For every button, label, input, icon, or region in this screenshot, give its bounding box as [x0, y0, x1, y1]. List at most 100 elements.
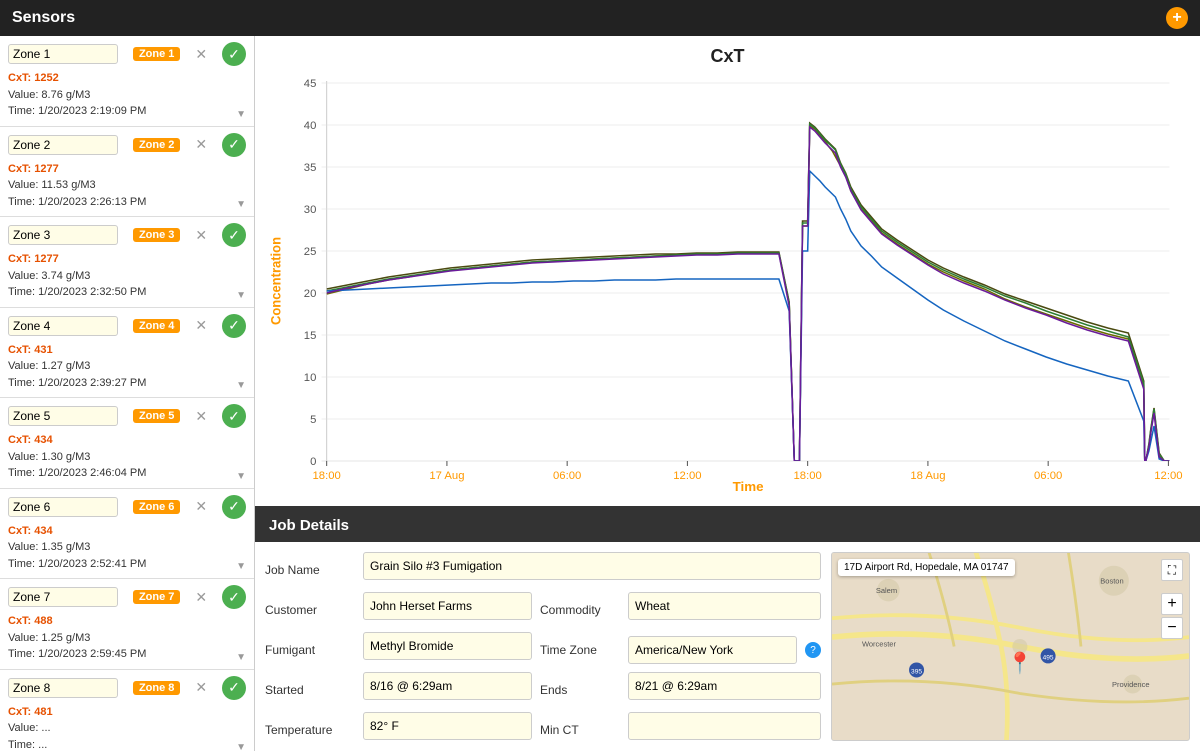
chart-container: Concentration 0 5 10 15 20 25 — [265, 71, 1190, 491]
sensor-value-5: Value: 1.30 g/M3 — [8, 449, 246, 466]
svg-text:40: 40 — [304, 120, 317, 132]
sensor-value-2: Value: 11.53 g/M3 — [8, 177, 246, 194]
sensor-name-input-8[interactable] — [8, 678, 118, 698]
temperature-label: Temperature — [265, 712, 355, 748]
sensor-info-6: CxT: 434 Value: 1.35 g/M3 Time: 1/20/202… — [8, 523, 246, 573]
svg-text:15: 15 — [304, 330, 317, 342]
sensor-time-5: Time: 1/20/2023 2:46:04 PM — [8, 465, 246, 482]
sensor-value-4: Value: 1.27 g/M3 — [8, 358, 246, 375]
timezone-help-icon[interactable]: ? — [805, 642, 821, 658]
chart-area: CxT Concentration 0 — [255, 36, 1200, 506]
svg-text:10: 10 — [304, 372, 317, 384]
svg-text:📍: 📍 — [1007, 651, 1033, 675]
sensor-expand-5[interactable]: ▼ — [236, 471, 246, 482]
sensor-close-button-1[interactable]: ✕ — [195, 46, 207, 63]
sensor-card-5: Zone 5 ✕ ✓ CxT: 434 Value: 1.30 g/M3 Tim… — [0, 398, 254, 489]
sensor-name-input-4[interactable] — [8, 316, 118, 336]
svg-text:Salem: Salem — [876, 586, 897, 595]
svg-text:18:00: 18:00 — [313, 470, 341, 482]
sensor-close-button-2[interactable]: ✕ — [195, 136, 207, 153]
sensor-info-1: CxT: 1252 Value: 8.76 g/M3 Time: 1/20/20… — [8, 70, 246, 120]
ends-input[interactable] — [628, 672, 821, 700]
sensor-cxt-4: CxT: 431 — [8, 342, 246, 359]
job-name-input[interactable] — [363, 552, 821, 580]
sensor-badge-7: Zone 7 — [133, 590, 180, 604]
app-title: Sensors — [12, 9, 75, 27]
sensor-card-8: Zone 8 ✕ ✓ CxT: 481 Value: ... Time: ...… — [0, 670, 254, 751]
commodity-input[interactable] — [628, 592, 821, 620]
svg-text:395: 395 — [911, 669, 922, 676]
job-name-label: Job Name — [265, 552, 355, 588]
map-zoom-in-button[interactable]: + — [1161, 593, 1183, 615]
sensor-close-button-6[interactable]: ✕ — [195, 498, 207, 515]
sensor-expand-1[interactable]: ▼ — [236, 109, 246, 120]
customer-label: Customer — [265, 592, 355, 628]
svg-text:35: 35 — [304, 162, 317, 174]
map-fullscreen-button[interactable]: ⛶ — [1161, 559, 1183, 581]
sensor-value-3: Value: 3.74 g/M3 — [8, 268, 246, 285]
sensor-name-input-6[interactable] — [8, 497, 118, 517]
fumigant-label: Fumigant — [265, 632, 355, 668]
map-address: 17D Airport Rd, Hopedale, MA 01747 — [838, 559, 1015, 576]
sensor-expand-8[interactable]: ▼ — [236, 742, 246, 751]
sensor-card-2: Zone 2 ✕ ✓ CxT: 1277 Value: 11.53 g/M3 T… — [0, 127, 254, 218]
temperature-input[interactable] — [363, 712, 532, 740]
sensor-card-4: Zone 4 ✕ ✓ CxT: 431 Value: 1.27 g/M3 Tim… — [0, 308, 254, 399]
svg-text:0: 0 — [310, 456, 316, 468]
add-sensor-button[interactable]: + — [1166, 7, 1188, 29]
sensor-expand-3[interactable]: ▼ — [236, 290, 246, 301]
sensor-badge-3: Zone 3 — [133, 228, 180, 242]
chart-svg: Concentration 0 5 10 15 20 25 — [265, 71, 1190, 491]
sensor-check-2: ✓ — [222, 133, 246, 157]
sensor-check-6: ✓ — [222, 495, 246, 519]
sensor-cxt-3: CxT: 1277 — [8, 251, 246, 268]
job-form: Job Name Customer Commodity Fumigant Tim… — [265, 552, 821, 748]
job-details-header: Job Details — [255, 509, 1200, 542]
sensor-close-button-5[interactable]: ✕ — [195, 408, 207, 425]
sensor-check-3: ✓ — [222, 223, 246, 247]
sensor-name-input-7[interactable] — [8, 587, 118, 607]
sensor-cxt-1: CxT: 1252 — [8, 70, 246, 87]
sensor-close-button-3[interactable]: ✕ — [195, 227, 207, 244]
job-details-body: Job Name Customer Commodity Fumigant Tim… — [255, 542, 1200, 751]
sensor-name-input-2[interactable] — [8, 135, 118, 155]
svg-text:06:00: 06:00 — [553, 470, 581, 482]
job-details-panel: Job Details Job Name Customer Commodity … — [255, 506, 1200, 751]
sensor-close-button-4[interactable]: ✕ — [195, 317, 207, 334]
sensor-name-input-3[interactable] — [8, 225, 118, 245]
sensor-expand-4[interactable]: ▼ — [236, 380, 246, 391]
sensor-time-7: Time: 1/20/2023 2:59:45 PM — [8, 646, 246, 663]
svg-text:45: 45 — [304, 78, 317, 90]
min-ct-input[interactable] — [628, 712, 821, 740]
svg-text:12:00: 12:00 — [673, 470, 701, 482]
customer-input[interactable] — [363, 592, 532, 620]
sensor-expand-6[interactable]: ▼ — [236, 561, 246, 572]
svg-text:18:00: 18:00 — [794, 470, 822, 482]
sensor-expand-2[interactable]: ▼ — [236, 199, 246, 210]
main-layout: Zone 1 ✕ ✓ CxT: 1252 Value: 8.76 g/M3 Ti… — [0, 36, 1200, 751]
sensor-close-button-8[interactable]: ✕ — [195, 679, 207, 696]
sensor-badge-2: Zone 2 — [133, 138, 180, 152]
sensor-cxt-5: CxT: 434 — [8, 432, 246, 449]
svg-text:30: 30 — [304, 204, 317, 216]
sensor-info-3: CxT: 1277 Value: 3.74 g/M3 Time: 1/20/20… — [8, 251, 246, 301]
right-panel: CxT Concentration 0 — [255, 36, 1200, 751]
sensor-info-7: CxT: 488 Value: 1.25 g/M3 Time: 1/20/202… — [8, 613, 246, 663]
job-form-section: Job Name Customer Commodity Fumigant Tim… — [265, 552, 821, 741]
sensor-info-4: CxT: 431 Value: 1.27 g/M3 Time: 1/20/202… — [8, 342, 246, 392]
sensor-cxt-8: CxT: 481 — [8, 704, 246, 721]
sensor-card-7: Zone 7 ✕ ✓ CxT: 488 Value: 1.25 g/M3 Tim… — [0, 579, 254, 670]
started-input[interactable] — [363, 672, 532, 700]
sensor-expand-7[interactable]: ▼ — [236, 652, 246, 663]
sensor-name-input-5[interactable] — [8, 406, 118, 426]
sensor-name-input-1[interactable] — [8, 44, 118, 64]
sensor-info-2: CxT: 1277 Value: 11.53 g/M3 Time: 1/20/2… — [8, 161, 246, 211]
svg-text:Time: Time — [733, 479, 764, 491]
svg-text:25: 25 — [304, 246, 317, 258]
sensor-badge-1: Zone 1 — [133, 47, 180, 61]
fumigant-input[interactable] — [363, 632, 532, 660]
sensor-cxt-2: CxT: 1277 — [8, 161, 246, 178]
map-zoom-out-button[interactable]: − — [1161, 617, 1183, 639]
sensor-close-button-7[interactable]: ✕ — [195, 589, 207, 606]
timezone-input[interactable] — [628, 636, 797, 664]
